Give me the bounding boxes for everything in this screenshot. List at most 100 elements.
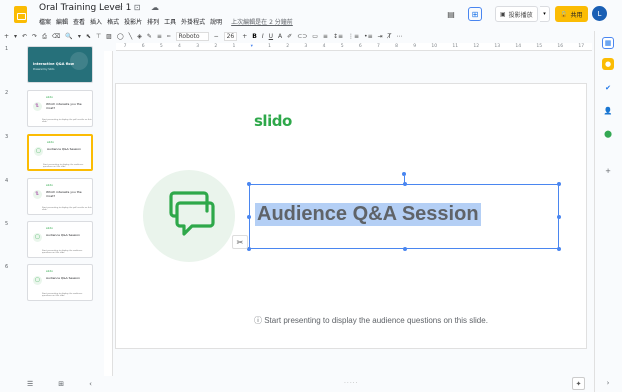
- line-spacing-icon[interactable]: ↕≡: [333, 33, 343, 40]
- undo-icon[interactable]: ↶: [22, 33, 27, 40]
- italic-button[interactable]: I: [262, 33, 264, 40]
- slide-number: 4: [5, 178, 9, 184]
- border-color-icon[interactable]: ✎: [147, 33, 152, 40]
- thumbnail-title: Interactive Q&A flow: [33, 62, 74, 66]
- image-icon[interactable]: ▨: [106, 33, 112, 40]
- ruler-tick: 1: [232, 44, 236, 49]
- font-selector[interactable]: Roboto: [175, 32, 209, 41]
- meet-present-icon[interactable]: ⊞: [468, 7, 482, 21]
- slide-thumbnail-4[interactable]: slido ⇅ Which interests you the most? St…: [27, 178, 93, 215]
- comment-icon[interactable]: ▭: [312, 33, 318, 40]
- increase-font-icon[interactable]: +: [242, 33, 247, 40]
- more-icon[interactable]: ⋯: [396, 33, 402, 40]
- shape-icon[interactable]: ◯: [117, 33, 124, 40]
- slide-thumbnail-6[interactable]: slido ▢ Audience Q&A Session Start prese…: [27, 264, 93, 301]
- bulleted-list-icon[interactable]: •≡: [364, 33, 373, 40]
- resize-handle[interactable]: [557, 247, 561, 251]
- font-size-input[interactable]: 26: [223, 32, 238, 41]
- bold-button[interactable]: B: [252, 33, 257, 40]
- slido-logo: slido: [254, 112, 292, 130]
- grid-view-icon[interactable]: ⊞: [58, 380, 64, 388]
- fill-color-icon[interactable]: ◈: [137, 33, 142, 40]
- underline-button[interactable]: U: [269, 33, 273, 40]
- slide-thumbnail-2[interactable]: slido ⇅ Which interests you the most? St…: [27, 90, 93, 127]
- print-icon[interactable]: ⎙: [42, 33, 47, 41]
- present-label: 投影播放: [508, 11, 533, 19]
- ruler-tick: 13: [494, 44, 501, 49]
- slide-thumbnail-5[interactable]: slido ▢ Audience Q&A Session Start prese…: [27, 221, 93, 258]
- highlight-icon[interactable]: ✐: [287, 33, 292, 40]
- resize-handle[interactable]: [247, 215, 251, 219]
- maps-icon[interactable]: ⬤: [602, 128, 614, 140]
- slide-filmstrip: 1 Interactive Q&A flow Powered by Slido …: [0, 43, 104, 376]
- menu-tools[interactable]: 工具: [164, 17, 176, 26]
- share-button[interactable]: 🔒 共用: [555, 6, 588, 22]
- border-dash-icon[interactable]: ┅: [167, 33, 171, 40]
- explore-icon[interactable]: ✦: [572, 377, 585, 390]
- ruler-tick: 4: [322, 44, 326, 49]
- menu-insert[interactable]: 插入: [90, 17, 102, 26]
- show-side-panel-icon[interactable]: ›: [602, 377, 614, 389]
- present-button[interactable]: ▣ 投影播放: [495, 6, 538, 22]
- slides-logo-icon[interactable]: [14, 6, 27, 23]
- last-edit-link[interactable]: 上次編輯是在 2 分鐘前: [231, 17, 293, 26]
- new-slide-dropdown-icon[interactable]: ▾: [14, 33, 17, 40]
- resize-handle[interactable]: [557, 215, 561, 219]
- comment-history-icon[interactable]: ▤: [444, 7, 458, 21]
- contacts-icon[interactable]: 👤: [602, 105, 614, 117]
- resize-handle[interactable]: [403, 247, 407, 251]
- indent-icon[interactable]: ⇥: [378, 33, 383, 40]
- select-tool-icon[interactable]: ⬉: [86, 33, 91, 40]
- menu-arrange[interactable]: 排列: [147, 17, 159, 26]
- resize-handle[interactable]: [557, 182, 561, 186]
- ruler-indent-marker[interactable]: ▾: [251, 44, 253, 49]
- decrease-font-icon[interactable]: −: [214, 33, 219, 40]
- textbox-icon[interactable]: ⊤: [96, 33, 101, 40]
- zoom-icon[interactable]: 🔍: [65, 33, 72, 40]
- menu-help[interactable]: 說明: [210, 17, 222, 26]
- menu-file[interactable]: 檔案: [39, 17, 51, 26]
- current-slide[interactable]: slido Audience Q&A Session ✂ ⓘ Start pre…: [116, 84, 586, 348]
- tasks-icon[interactable]: ✔: [602, 82, 614, 94]
- resize-handle[interactable]: [247, 182, 251, 186]
- link-icon[interactable]: ⊂⊃: [297, 33, 307, 40]
- ruler-tick: 3: [304, 44, 308, 49]
- menu-addons[interactable]: 外掛程式: [181, 17, 205, 26]
- thumbnail-logo: slido: [46, 269, 53, 273]
- slide-number: 2: [5, 90, 9, 96]
- paint-format-icon[interactable]: ⌫: [52, 33, 60, 40]
- present-dropdown-button[interactable]: ▾: [540, 6, 550, 22]
- ruler-tick: 6: [358, 44, 362, 49]
- slide-thumbnail-1[interactable]: Interactive Q&A flow Powered by Slido: [27, 46, 93, 83]
- border-weight-icon[interactable]: ≡: [157, 33, 162, 40]
- align-icon[interactable]: ≡: [323, 33, 328, 40]
- slide-thumbnail-3[interactable]: slido ▢ Audience Q&A Session Start prese…: [27, 134, 93, 171]
- calendar-icon[interactable]: ▦: [602, 37, 614, 49]
- text-color-button[interactable]: A: [278, 33, 282, 40]
- zoom-dropdown-icon[interactable]: ▾: [78, 33, 81, 40]
- numbered-list-icon[interactable]: ⋮≡: [348, 33, 359, 40]
- line-icon[interactable]: ╲: [129, 33, 133, 40]
- redo-icon[interactable]: ↷: [32, 33, 37, 40]
- add-addon-icon[interactable]: +: [602, 165, 614, 177]
- collapse-panel-icon[interactable]: ‹: [89, 380, 92, 388]
- menu-view[interactable]: 查看: [73, 17, 85, 26]
- new-slide-icon[interactable]: +: [4, 33, 9, 40]
- vertical-ruler: [104, 51, 113, 376]
- list-view-icon[interactable]: ☰: [27, 380, 33, 388]
- menu-format[interactable]: 格式: [107, 17, 119, 26]
- star-move-cloud-icons[interactable]: ☆ ⊡ ☁: [116, 3, 163, 12]
- menu-edit[interactable]: 編輯: [56, 17, 68, 26]
- keep-icon[interactable]: ●: [602, 58, 614, 70]
- clear-format-icon[interactable]: T̸: [388, 33, 392, 40]
- slide-title[interactable]: Audience Q&A Session: [255, 203, 481, 226]
- ruler-tick: 15: [536, 44, 543, 49]
- slide-number: 6: [5, 264, 9, 270]
- formatting-toolbar: + ▾ ↶ ↷ ⎙ ⌫ 🔍 ▾ ⬉ ⊤ ▨ ◯ ╲ ◈ ✎ ≡ ┅ Roboto…: [0, 31, 594, 42]
- resize-handle[interactable]: [403, 182, 407, 186]
- notes-drag-handle[interactable]: ·····: [344, 380, 359, 387]
- crop-icon[interactable]: ✂: [232, 235, 248, 249]
- menu-slide[interactable]: 投影片: [124, 17, 142, 26]
- thumbnail-text: Audience Q&A Session: [46, 233, 81, 237]
- avatar[interactable]: L: [592, 6, 607, 21]
